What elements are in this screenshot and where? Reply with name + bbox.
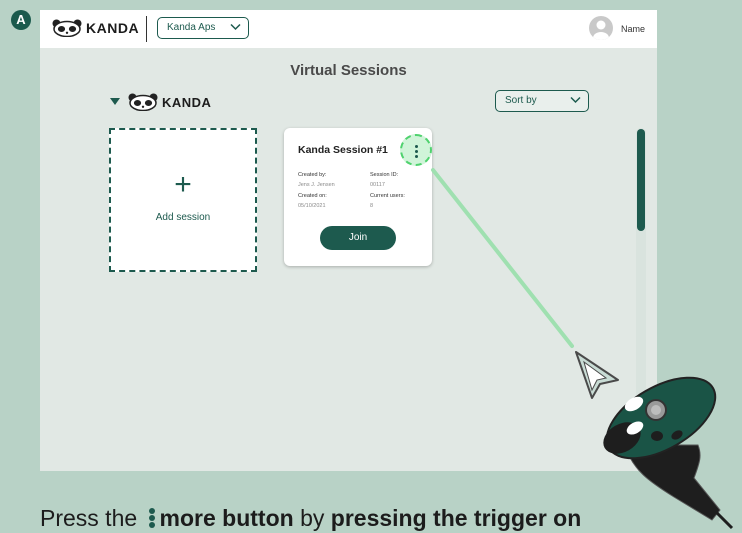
instruction-middle: by bbox=[300, 505, 325, 531]
vr-pointer-cursor-icon bbox=[575, 351, 619, 399]
vr-controller-icon bbox=[603, 376, 734, 530]
instruction-action: pressing the trigger on bbox=[330, 505, 582, 531]
pointer-ray bbox=[431, 168, 574, 348]
instruction-prefix: Press the bbox=[40, 505, 138, 531]
more-vertical-icon bbox=[148, 508, 156, 528]
instruction-caption: Press the more button by pressing the tr… bbox=[40, 504, 740, 533]
instruction-target: more button bbox=[159, 505, 294, 531]
vr-overlay bbox=[431, 168, 734, 530]
